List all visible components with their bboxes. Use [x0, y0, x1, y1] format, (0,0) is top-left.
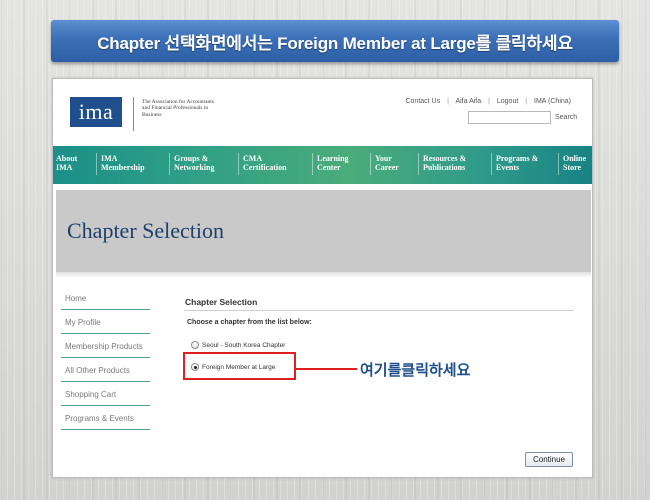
- sidebar-item-all-other-products[interactable]: All Other Products: [61, 359, 150, 382]
- page-title: Chapter Selection: [67, 218, 225, 243]
- nav-label-line1: Resources &: [423, 154, 467, 163]
- callout-connector-line: [296, 368, 357, 370]
- logo-text: ima: [78, 99, 114, 124]
- nav-label-line2: Membership: [101, 163, 145, 172]
- sidebar-item-programs-events[interactable]: Programs & Events: [61, 407, 150, 430]
- nav-separator: [238, 153, 239, 175]
- nav-separator: [169, 153, 170, 175]
- top-links: Contact Us | Aifa Aifa | Logout | IMA (C…: [405, 98, 571, 105]
- hero-shadow: [56, 272, 591, 278]
- hero-banner: Chapter Selection: [56, 190, 591, 272]
- highlight-box: [183, 352, 296, 380]
- nav-label-line2: Networking: [174, 163, 215, 172]
- continue-button[interactable]: Continue: [525, 452, 573, 467]
- nav-separator: [370, 153, 371, 175]
- nav-label-line2: Events: [496, 163, 520, 172]
- nav-label-line2: Center: [317, 163, 341, 172]
- nav-separator: [96, 153, 97, 175]
- link-separator: |: [447, 98, 449, 105]
- search-button[interactable]: Search: [555, 114, 577, 121]
- nav-label-line1: CMA: [243, 154, 263, 163]
- nav-label-line2: Publications: [423, 163, 466, 172]
- nav-ima-membership[interactable]: IMA Membership: [101, 154, 145, 172]
- nav-label-line1: Programs &: [496, 154, 539, 163]
- link-separator: |: [488, 98, 490, 105]
- radio-button-unchecked[interactable]: [191, 341, 199, 349]
- nav-programs-events[interactable]: Programs & Events: [496, 154, 538, 172]
- nav-label-line1: About: [56, 154, 78, 163]
- nav-groups-networking[interactable]: Groups & Networking: [174, 154, 214, 172]
- nav-label-line1: Groups &: [174, 154, 209, 163]
- nav-separator: [418, 153, 419, 175]
- nav-separator: [312, 153, 313, 175]
- nav-learning-center[interactable]: Learning Center: [317, 154, 349, 172]
- ima-logo[interactable]: ima: [70, 97, 122, 127]
- nav-label-line2: Store: [563, 163, 582, 172]
- chapter-option-label: Seoul - South Korea Chapter: [202, 341, 286, 349]
- nav-label-line2: Career: [375, 163, 399, 172]
- section-divider: [184, 310, 574, 311]
- logo-divider: [133, 97, 134, 131]
- main-nav: About IMA IMA Membership Groups & Networ…: [53, 146, 592, 184]
- nav-separator: [491, 153, 492, 175]
- nav-resources-publications[interactable]: Resources & Publications: [423, 154, 466, 172]
- nav-cma-certification[interactable]: CMA Certification: [243, 154, 287, 172]
- nav-your-career[interactable]: Your Career: [375, 154, 399, 172]
- ima-china-link[interactable]: IMA (China): [534, 98, 571, 105]
- sidebar-item-shopping-cart[interactable]: Shopping Cart: [61, 383, 150, 406]
- nav-label-line1: Online: [563, 154, 587, 163]
- sidebar-item-my-profile[interactable]: My Profile: [61, 311, 150, 334]
- chapter-option-seoul[interactable]: Seoul - South Korea Chapter: [191, 341, 285, 349]
- search-input[interactable]: [468, 111, 551, 124]
- page-frame: ima The Association for Accountants and …: [52, 78, 593, 478]
- logo-tagline: The Association for Accountants and Fina…: [142, 99, 214, 118]
- nav-label-line2: Certification: [243, 163, 287, 172]
- contact-us-link[interactable]: Contact Us: [405, 98, 440, 105]
- link-separator: |: [525, 98, 528, 105]
- sidebar-item-home[interactable]: Home: [61, 287, 150, 310]
- sidebar-item-membership-products[interactable]: Membership Products: [61, 335, 150, 358]
- logout-link[interactable]: Logout: [497, 98, 518, 105]
- nav-label-line1: Your: [375, 154, 392, 163]
- callout-text: 여기를클릭하세요: [360, 362, 471, 379]
- user-name-link[interactable]: Aifa Aifa: [455, 98, 481, 105]
- nav-about-ima[interactable]: About IMA: [56, 154, 77, 172]
- instruction-banner: Chapter 선택화면에서는 Foreign Member at Large를…: [51, 20, 619, 62]
- nav-label-line2: IMA: [56, 163, 73, 172]
- nav-label-line1: Learning: [317, 154, 349, 163]
- nav-separator: [558, 153, 559, 175]
- chapter-prompt: Choose a chapter from the list below:: [187, 319, 312, 326]
- section-title: Chapter Selection: [185, 297, 258, 307]
- nav-label-line1: IMA: [101, 154, 118, 163]
- nav-online-store[interactable]: Online Store: [563, 154, 586, 172]
- instruction-banner-text: Chapter 선택화면에서는 Foreign Member at Large를…: [97, 33, 573, 53]
